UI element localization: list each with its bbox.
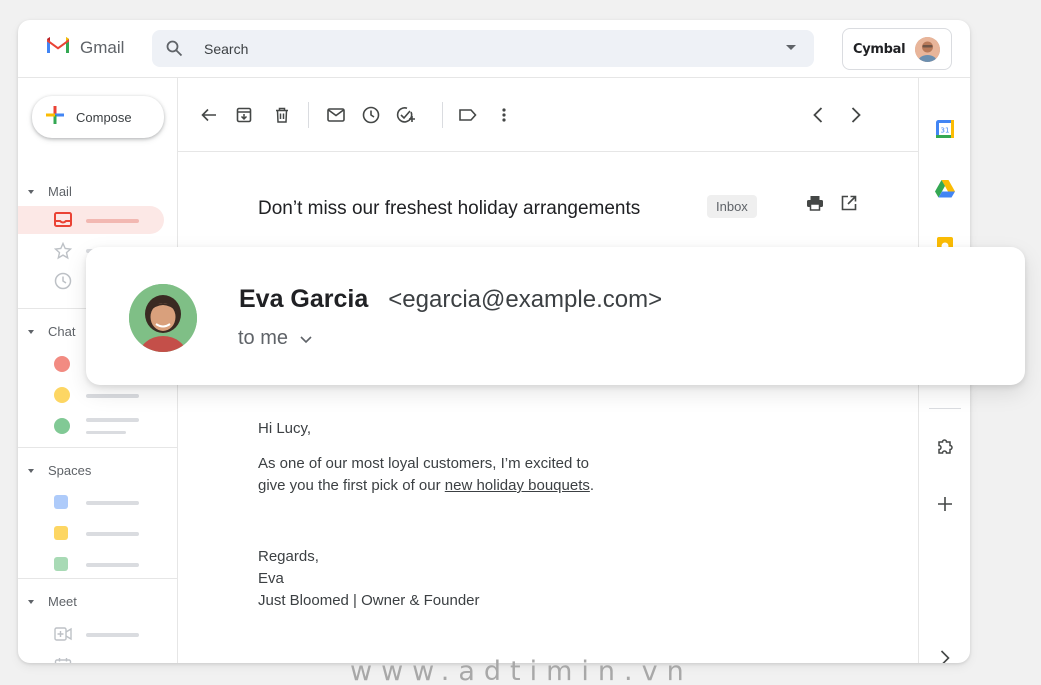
print-icon[interactable] xyxy=(806,195,824,216)
section-mail-label: Mail xyxy=(48,184,72,199)
inbox-icon xyxy=(54,212,72,233)
account-switcher[interactable]: Cymbal xyxy=(842,28,952,70)
search-input[interactable] xyxy=(204,30,764,67)
section-chat[interactable]: Chat xyxy=(28,324,75,339)
inbox-label-chip[interactable]: Inbox xyxy=(707,195,757,218)
section-divider xyxy=(18,447,178,448)
search-bar[interactable] xyxy=(152,30,814,67)
section-meet[interactable]: Meet xyxy=(28,594,77,609)
message-text: give you the first pick of our xyxy=(258,477,445,494)
chat-avatar xyxy=(54,356,70,372)
message-greeting: Hi Lucy, xyxy=(258,420,312,437)
space-item-placeholder xyxy=(86,563,139,567)
chat-avatar xyxy=(54,418,70,434)
space-item[interactable] xyxy=(18,519,178,547)
collapse-caret-icon xyxy=(28,189,34,194)
message-toolbar xyxy=(178,78,918,152)
add-ons-puzzle-icon[interactable] xyxy=(934,435,956,457)
space-item-placeholder xyxy=(86,532,139,536)
search-icon[interactable] xyxy=(166,40,183,62)
gmail-logo-label: Gmail xyxy=(80,37,125,57)
message-signature: Regards, Eva Just Bloomed | Owner & Foun… xyxy=(258,546,480,612)
rail-divider xyxy=(929,408,961,409)
space-icon xyxy=(54,557,68,571)
sender-avatar[interactable] xyxy=(129,284,197,352)
space-item[interactable] xyxy=(18,550,178,578)
section-divider xyxy=(18,578,178,579)
calendar-app-icon[interactable]: 31 xyxy=(934,118,956,140)
mark-unread-icon[interactable] xyxy=(326,105,346,125)
sender-name[interactable]: Eva Garcia xyxy=(239,285,368,314)
sender-info-card: Eva Garcia <egarcia@example.com> to me xyxy=(86,247,1025,385)
sidebar-item-inbox[interactable] xyxy=(18,206,164,234)
sender-email: <egarcia@example.com> xyxy=(388,286,663,313)
video-add-icon xyxy=(54,626,72,647)
star-icon xyxy=(53,241,73,265)
compose-label: Compose xyxy=(76,109,132,125)
header: Gmail Cymbal xyxy=(18,20,970,78)
section-spaces-label: Spaces xyxy=(48,463,92,478)
search-options-caret-icon[interactable] xyxy=(786,45,796,50)
compose-button[interactable]: Compose xyxy=(32,96,164,138)
section-chat-label: Chat xyxy=(48,324,76,339)
open-in-new-window-icon[interactable] xyxy=(841,195,857,216)
chat-item-placeholder xyxy=(86,418,139,422)
expand-panel-chevron-icon[interactable] xyxy=(934,647,956,663)
recipient-details-toggle[interactable]: to me xyxy=(238,327,312,350)
chevron-left-icon[interactable] xyxy=(808,105,828,125)
sender-line: Eva Garcia <egarcia@example.com> xyxy=(239,285,662,314)
section-mail[interactable]: Mail xyxy=(28,184,72,199)
chat-item[interactable] xyxy=(18,381,178,409)
meet-new-meeting[interactable] xyxy=(18,620,178,648)
brand-logo: Cymbal xyxy=(853,41,906,57)
message-paragraph-line: As one of our most loyal customers, I’m … xyxy=(258,455,589,472)
toolbar-divider xyxy=(442,102,443,128)
label-icon[interactable] xyxy=(458,105,478,125)
space-item-placeholder xyxy=(86,501,139,505)
svg-text:31: 31 xyxy=(941,127,950,135)
chat-item-placeholder xyxy=(86,431,126,434)
space-icon xyxy=(54,526,68,540)
message-paragraph-line: give you the first pick of our new holid… xyxy=(258,475,594,497)
holiday-bouquets-link[interactable]: new holiday bouquets xyxy=(445,477,590,494)
recipient-label: to me xyxy=(238,327,289,349)
chat-avatar xyxy=(54,387,70,403)
snooze-clock-icon[interactable] xyxy=(361,105,381,125)
signature-name: Eva xyxy=(258,570,284,587)
chevron-down-icon[interactable] xyxy=(300,327,312,350)
signature-closing: Regards, xyxy=(258,548,319,565)
archive-icon[interactable] xyxy=(234,105,254,125)
section-meet-label: Meet xyxy=(48,594,77,609)
gmail-m-icon xyxy=(46,36,70,59)
more-vert-icon[interactable] xyxy=(494,105,514,125)
message-text: . xyxy=(589,477,595,494)
space-icon xyxy=(54,495,68,509)
message-subject: Don’t miss our freshest holiday arrangem… xyxy=(258,198,641,219)
delete-icon[interactable] xyxy=(272,105,292,125)
calendar-icon xyxy=(54,657,72,663)
meet-schedule[interactable] xyxy=(18,651,178,663)
clock-icon xyxy=(54,272,72,295)
compose-plus-icon xyxy=(46,105,64,129)
collapse-caret-icon xyxy=(28,468,34,473)
section-spaces[interactable]: Spaces xyxy=(28,463,91,478)
collapse-caret-icon xyxy=(28,599,34,604)
gmail-logo[interactable]: Gmail xyxy=(46,36,124,59)
toolbar-divider xyxy=(308,102,309,128)
add-icon[interactable] xyxy=(934,493,956,515)
add-task-icon[interactable] xyxy=(396,105,416,125)
watermark: www.adtimin.vn xyxy=(350,656,693,685)
signature-title: Just Bloomed | Owner & Founder xyxy=(258,592,480,609)
chat-item-placeholder xyxy=(86,394,139,398)
chat-item[interactable] xyxy=(18,412,178,440)
meet-item-placeholder xyxy=(86,633,139,637)
drive-app-icon[interactable] xyxy=(934,177,956,199)
account-avatar[interactable] xyxy=(915,37,940,62)
message-paragraph: As one of our most loyal customers, I’m … xyxy=(258,453,594,497)
space-item[interactable] xyxy=(18,488,178,516)
back-arrow-icon[interactable] xyxy=(199,105,219,125)
collapse-caret-icon xyxy=(28,329,34,334)
chevron-right-icon[interactable] xyxy=(846,105,866,125)
sidebar-item-placeholder xyxy=(86,219,139,223)
